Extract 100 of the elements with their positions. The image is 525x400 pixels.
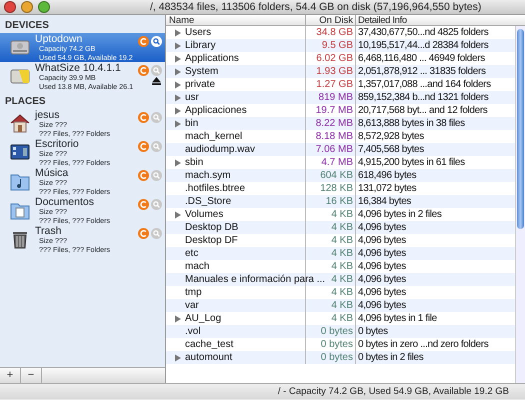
info-cell-text: 8,613,888 bytes in 38 files	[357, 117, 466, 130]
size-cell: 4 KB	[306, 299, 356, 312]
zoom-button[interactable]	[38, 1, 50, 13]
file-name: usr	[185, 91, 199, 104]
disclosure-triangle-icon[interactable]	[174, 120, 182, 128]
info-cell-text: 6,468,116,480 ... 46949 folders	[357, 52, 486, 65]
file-name: bin	[185, 117, 198, 130]
file-name: Manuales e información para ...	[185, 273, 326, 286]
file-name: mach.sym	[185, 169, 231, 182]
info-cell-text: 131,072 bytes	[357, 182, 418, 195]
disclosure-triangle-icon[interactable]	[174, 54, 182, 62]
info-cell-text: 20,717,568 byt... and 12 folders	[357, 104, 488, 117]
info-cell-text: 2,051,878,912 ... 31835 folders	[357, 65, 487, 78]
file-name: tmp	[185, 286, 202, 299]
file-name: cache_test	[185, 338, 234, 351]
section-heading: PLACES	[4, 95, 47, 109]
file-name: .DS_Store	[185, 195, 232, 208]
file-name: Desktop DF	[185, 234, 238, 247]
info-cell-text: 7,405,568 bytes	[357, 143, 425, 156]
info-cell-text: 4,096 bytes	[357, 221, 407, 234]
info-cell-text: 4,096 bytes	[357, 234, 407, 247]
disclosure-triangle-icon[interactable]	[174, 354, 182, 362]
size-cell: 1.93 GB	[306, 65, 356, 78]
info-cell-text: 0 bytes in zero ...nd zero folders	[357, 338, 490, 351]
minimize-button[interactable]	[21, 1, 33, 13]
scrollbar[interactable]	[515, 26, 525, 383]
info-cell-text: 4,096 bytes in 2 files	[357, 208, 442, 221]
info-cell-text: 0 bytes	[357, 325, 389, 338]
item-title: Escritorio	[35, 139, 80, 150]
item-title: WhatSize 10.4.1.1	[35, 63, 122, 74]
file-name: mach	[185, 260, 210, 273]
close-button[interactable]	[4, 1, 16, 13]
file-name: automount	[185, 351, 232, 364]
info-cell-text: 618,496 bytes	[357, 169, 418, 182]
info-cell-text: 4,096 bytes	[357, 273, 407, 286]
disclosure-triangle-icon[interactable]	[174, 28, 182, 36]
file-name: AU_Log	[185, 312, 222, 325]
file-name: etc	[185, 247, 198, 260]
size-cell: 819 MB	[306, 91, 356, 104]
size-cell: 0 bytes	[306, 351, 356, 364]
disclosure-triangle-icon[interactable]	[174, 106, 182, 114]
column-header[interactable]: Detailed Info	[356, 15, 525, 25]
file-name: var	[185, 299, 199, 312]
info-cell-text: 4,096 bytes	[357, 260, 407, 273]
info-cell-text: 1,357,017,088 ...and 164 folders	[357, 78, 492, 91]
item-title: jesus	[35, 110, 61, 121]
column-header[interactable]: Name	[166, 15, 306, 25]
column-header[interactable]: On Disk	[306, 15, 356, 25]
size-cell: 9.5 GB	[306, 39, 356, 52]
file-name: Applicaciones	[185, 104, 247, 117]
house-icon	[9, 112, 31, 134]
item-title: Documentos	[35, 197, 95, 208]
info-cell-text: 4,096 bytes	[357, 286, 407, 299]
disclosure-triangle-icon[interactable]	[174, 42, 182, 50]
size-cell: 604 KB	[306, 169, 356, 182]
disclosure-triangle-icon[interactable]	[174, 68, 182, 76]
disclosure-triangle-icon[interactable]	[174, 158, 182, 166]
refresh-icon[interactable]	[138, 170, 149, 181]
item-title: Trash	[35, 226, 62, 237]
disclosure-triangle-icon[interactable]	[174, 314, 182, 322]
info-cell-text: 4,915,200 bytes in 61 files	[357, 156, 466, 169]
file-name: Applications	[185, 52, 239, 65]
eject-icon[interactable]	[152, 77, 160, 85]
refresh-icon[interactable]	[138, 199, 149, 210]
info-cell-text: 37,430,677,50...nd 4825 folders	[357, 26, 490, 39]
file-name: .hotfiles.btree	[185, 182, 246, 195]
size-cell: 8.22 MB	[306, 117, 356, 130]
size-cell: 0 bytes	[306, 325, 356, 338]
disclosure-triangle-icon[interactable]	[174, 210, 182, 218]
info-cell-text: 16,384 bytes	[357, 195, 412, 208]
item-title: Uptodown	[35, 34, 84, 45]
file-name: Desktop DB	[185, 221, 238, 234]
file-name: Users	[185, 26, 212, 39]
info-cell-text: 4,096 bytes	[357, 247, 407, 260]
disclosure-triangle-icon[interactable]	[174, 94, 182, 102]
file-name: Volumes	[185, 208, 224, 221]
section-heading: DEVICES	[4, 19, 50, 33]
search-icon[interactable]	[151, 36, 162, 47]
refresh-icon[interactable]	[138, 112, 149, 123]
info-cell-text: 859,152,384 b...nd 1321 folders	[357, 91, 490, 104]
file-name: private	[185, 78, 216, 91]
window-title: /, 483534 files, 113506 folders, 54.4 GB on disk (57,196,964,550 bytes)	[150, 0, 482, 15]
info-cell-text: 4,096 bytes	[357, 299, 407, 312]
size-cell: 7.06 MB	[306, 143, 356, 156]
refresh-icon[interactable]	[138, 141, 149, 152]
file-name: mach_kernel	[185, 130, 242, 143]
refresh-icon[interactable]	[138, 36, 149, 47]
size-cell: 4 KB	[306, 247, 356, 260]
status-text: / - Capacity 74.2 GB, Used 54.9 GB, Available 19.2 GB	[0, 383, 525, 399]
refresh-icon[interactable]	[138, 228, 149, 239]
file-name: .vol	[185, 325, 201, 338]
info-cell-text: 0 bytes in 2 files	[357, 351, 424, 364]
info-cell-text: 4,096 bytes in 1 file	[357, 312, 438, 325]
size-cell: 4 KB	[306, 221, 356, 234]
item-title: Música	[35, 168, 70, 179]
file-name: sbin	[185, 156, 204, 169]
info-cell-text: 8,572,928 bytes	[357, 130, 425, 143]
size-cell: 16 KB	[306, 195, 356, 208]
file-name: Library	[185, 39, 216, 52]
disclosure-triangle-icon[interactable]	[174, 80, 182, 88]
